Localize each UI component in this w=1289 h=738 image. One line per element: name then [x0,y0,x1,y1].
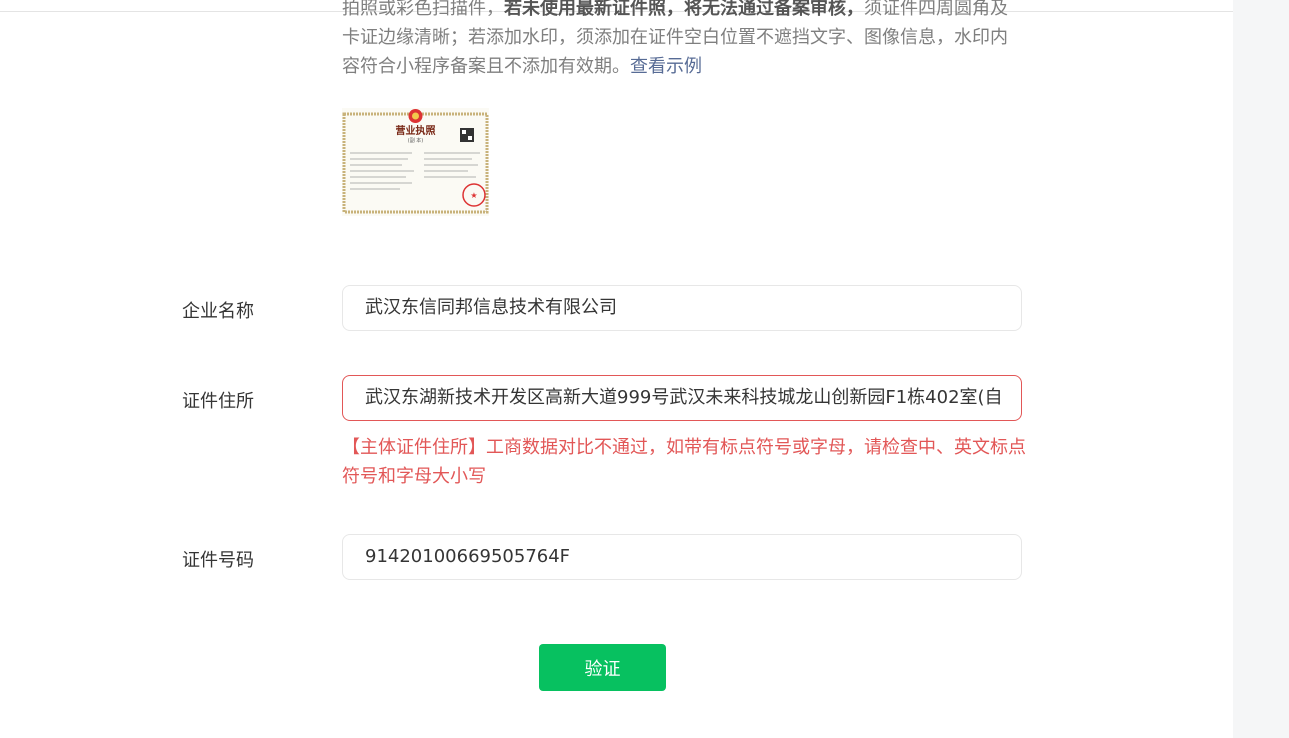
license-subtitle: (副 本) [408,137,424,144]
id-number-label: 证件号码 [182,550,254,571]
company-name-field[interactable]: 武汉东信同邦信息技术有限公司 [342,285,1022,331]
address-label: 证件住所 [182,391,254,412]
address-error-message: 【主体证件住所】工商数据对比不通过，如带有标点符号或字母，请检查中、英文标点符号… [342,437,1026,487]
upload-instructions: 拍照或彩色扫描件，若未使用最新证件照，将无法通过备案审核，须证件四周圆角及 卡证… [342,0,1032,81]
address-field[interactable]: 武汉东湖新技术开发区高新大道999号武汉未来科技城龙山创新园F1栋402室(自 [342,375,1022,421]
view-example-link[interactable]: 查看示例 [630,56,702,77]
license-background [342,108,489,216]
verify-button[interactable]: 验证 [539,644,666,691]
right-side-panel [1233,0,1289,738]
instruction-line-1: 拍照或彩色扫描件，若未使用最新证件照，将无法通过备案审核，须证件四周圆角及 [342,0,1008,19]
svg-text:★: ★ [470,191,477,200]
instruction-warning: 若未使用最新证件照，将无法通过备案审核， [504,0,864,19]
company-name-label: 企业名称 [182,301,254,322]
license-title: 营业执照 [396,124,436,137]
instruction-line-3: 容符合小程序备案且不添加有效期。查看示例 [342,56,702,77]
instruction-line-2: 卡证边缘清晰；若添加水印，须添加在证件空白位置不遮挡文字、图像信息，水印内 [342,27,1008,48]
id-number-field[interactable]: 91420100669505764F [342,534,1022,580]
business-license-sample-image[interactable]: 营业执照 (副 本) ★ [342,108,489,216]
